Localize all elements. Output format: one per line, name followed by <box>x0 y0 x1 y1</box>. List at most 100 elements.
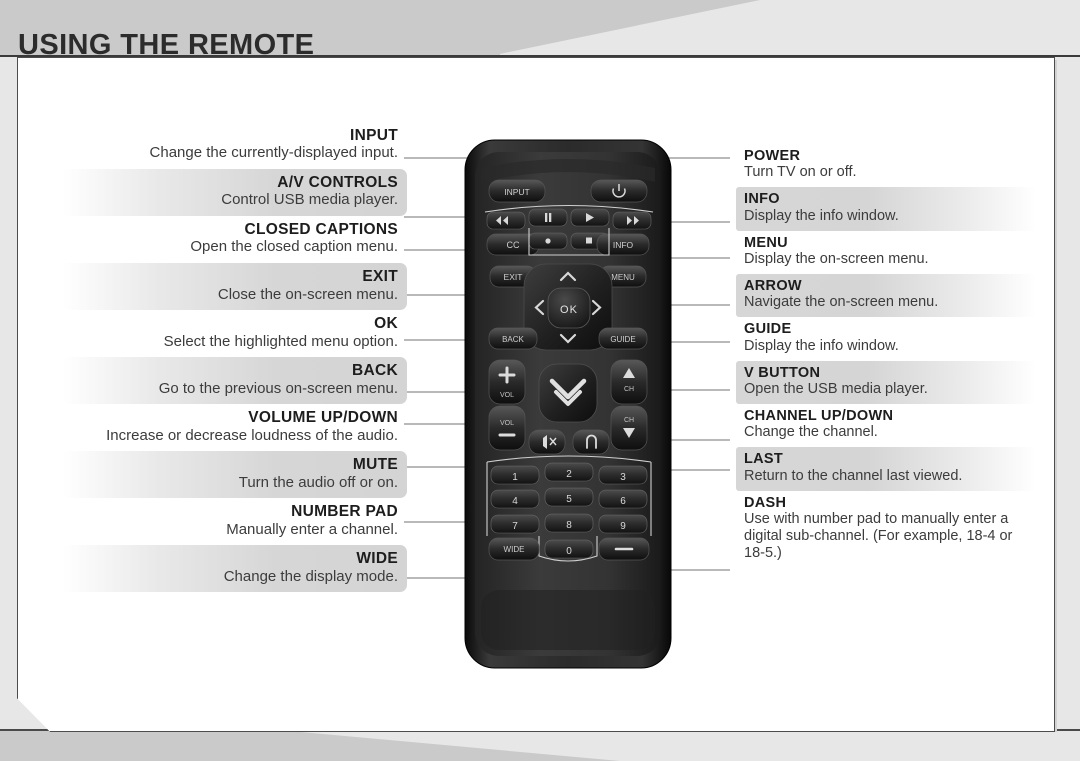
left-callout-column: INPUT Change the currently-displayed inpu… <box>62 122 407 593</box>
right-callout-description: Open the USB media player. <box>744 380 928 397</box>
svg-text:EXIT: EXIT <box>504 272 523 282</box>
left-callout-row: WIDE Change the display mode. <box>62 545 407 593</box>
footer-band <box>0 731 300 761</box>
svg-text:5: 5 <box>566 494 572 505</box>
right-callout-row: CHANNEL UP/DOWN Change the channel. <box>736 404 1036 447</box>
left-callout-description: Control USB media player. <box>221 191 398 209</box>
svg-text:BACK: BACK <box>502 335 524 344</box>
svg-text:3: 3 <box>620 472 626 483</box>
right-callout-description: Display the on-screen menu. <box>744 250 929 267</box>
left-callout-title: OK <box>374 315 398 333</box>
svg-text:INPUT: INPUT <box>504 187 530 197</box>
left-callout-description: Increase or decrease loudness of the aud… <box>106 426 398 444</box>
right-callout-description: Display the info window. <box>744 207 899 224</box>
remote-key-9: 9 <box>598 514 648 534</box>
remote-button-record <box>528 232 568 250</box>
svg-text:9: 9 <box>620 521 626 532</box>
right-callout-title: LAST <box>744 451 784 468</box>
right-callout-title: CHANNEL UP/DOWN <box>744 408 894 425</box>
left-callout-description: Open the closed caption menu. <box>190 238 398 256</box>
svg-text:VOL: VOL <box>500 392 514 399</box>
right-callout-row: V BUTTON Open the USB media player. <box>736 360 1036 405</box>
left-callout-title: VOLUME UP/DOWN <box>248 409 398 427</box>
remote-control-illustration: INPUT CC INFO EXIT MENU OK BACK GUIDE VO… <box>463 138 673 670</box>
right-callout-description: Turn TV on or off. <box>744 164 857 181</box>
svg-text:7: 7 <box>512 521 518 532</box>
left-callout-title: A/V CONTROLS <box>277 174 398 192</box>
remote-button-dash <box>598 537 650 561</box>
svg-text:6: 6 <box>620 496 626 507</box>
svg-text:CC: CC <box>507 240 520 250</box>
svg-text:8: 8 <box>566 520 572 531</box>
remote-button-guide: GUIDE <box>598 327 648 350</box>
left-callout-row: A/V CONTROLS Control USB media player. <box>62 169 407 217</box>
left-callout-description: Go to the previous on-screen menu. <box>158 379 398 397</box>
svg-text:WIDE: WIDE <box>504 545 525 554</box>
right-callout-title: DASH <box>744 494 787 511</box>
left-callout-description: Change the currently-displayed input. <box>149 144 398 162</box>
right-callout-row: ARROW Navigate the on-screen menu. <box>736 274 1036 318</box>
remote-button-mute <box>528 429 566 455</box>
remote-key-2: 2 <box>544 462 594 482</box>
remote-key-7: 7 <box>490 514 540 534</box>
right-callout-title: GUIDE <box>744 321 792 338</box>
remote-key-4: 4 <box>490 489 540 509</box>
remote-button-v <box>538 363 598 423</box>
right-callout-row: LAST Return to the channel last viewed. <box>736 447 1036 491</box>
remote-button-channel-up: CH <box>610 359 648 405</box>
left-callout-title: WIDE <box>356 550 398 568</box>
right-callout-title: INFO <box>744 191 780 208</box>
left-callout-row: INPUT Change the currently-displayed inpu… <box>62 122 407 169</box>
left-callout-row: CLOSED CAPTIONS Open the closed caption m… <box>62 216 407 263</box>
svg-text:OK: OK <box>560 304 578 316</box>
left-callout-row: OK Select the highlighted menu option. <box>62 310 407 357</box>
left-callout-description: Select the highlighted menu option. <box>163 332 398 350</box>
remote-key-1: 1 <box>490 465 540 485</box>
left-callout-title: MUTE <box>352 456 398 474</box>
right-callout-row: DASH Use with number pad to manually ente… <box>736 491 1036 569</box>
remote-button-volume-down: VOL <box>488 405 526 451</box>
left-callout-row: BACK Go to the previous on-screen menu. <box>62 357 407 405</box>
svg-text:INFO: INFO <box>613 240 634 250</box>
right-callout-description: Display the info window. <box>744 337 899 354</box>
left-callout-title: EXIT <box>362 268 398 286</box>
svg-text:0: 0 <box>566 546 572 557</box>
right-callout-description: Use with number pad to manually enter a … <box>744 510 1013 562</box>
remote-key-3: 3 <box>598 465 648 485</box>
left-callout-title: NUMBER PAD <box>291 503 398 521</box>
left-callout-title: CLOSED CAPTIONS <box>244 221 398 239</box>
left-callout-title: INPUT <box>350 127 398 144</box>
remote-button-power <box>590 179 648 203</box>
left-callout-row: EXIT Close the on-screen menu. <box>62 263 407 311</box>
right-callout-description: Return to the channel last viewed. <box>744 467 963 484</box>
remote-button-input: INPUT <box>488 179 546 203</box>
left-callout-description: Change the display mode. <box>223 567 398 585</box>
svg-text:CH: CH <box>624 417 634 424</box>
left-callout-description: Turn the audio off or on. <box>238 473 398 491</box>
remote-key-8: 8 <box>544 513 594 533</box>
right-callout-row: MENU Display the on-screen menu. <box>736 231 1036 274</box>
right-callout-description: Change the channel. <box>744 424 878 441</box>
svg-text:GUIDE: GUIDE <box>610 335 635 344</box>
right-callout-row: INFO Display the info window. <box>736 187 1036 231</box>
remote-button-back: BACK <box>488 327 538 350</box>
left-callout-row: NUMBER PAD Manually enter a channel. <box>62 498 407 545</box>
svg-text:1: 1 <box>512 472 518 483</box>
remote-key-0: 0 <box>544 539 594 559</box>
svg-text:MENU: MENU <box>611 273 635 282</box>
left-callout-description: Manually enter a channel. <box>226 520 398 538</box>
left-callout-title: BACK <box>352 362 398 380</box>
svg-text:VOL: VOL <box>500 420 514 427</box>
right-callout-column: POWER Turn TV on or off. INFO Display the i… <box>736 144 1036 568</box>
right-callout-description: Navigate the on-screen menu. <box>744 294 939 311</box>
right-callout-row: POWER Turn TV on or off. <box>736 144 1036 187</box>
left-callout-description: Close the on-screen menu. <box>217 285 398 303</box>
remote-button-ok: OK <box>547 287 591 329</box>
svg-text:4: 4 <box>512 496 518 507</box>
remote-button-volume-up: VOL <box>488 359 526 405</box>
remote-key-6: 6 <box>598 489 648 509</box>
remote-button-channel-down: CH <box>610 405 648 451</box>
right-callout-title: POWER <box>744 148 801 164</box>
remote-button-wide: WIDE <box>488 537 540 561</box>
right-callout-title: MENU <box>744 234 788 251</box>
